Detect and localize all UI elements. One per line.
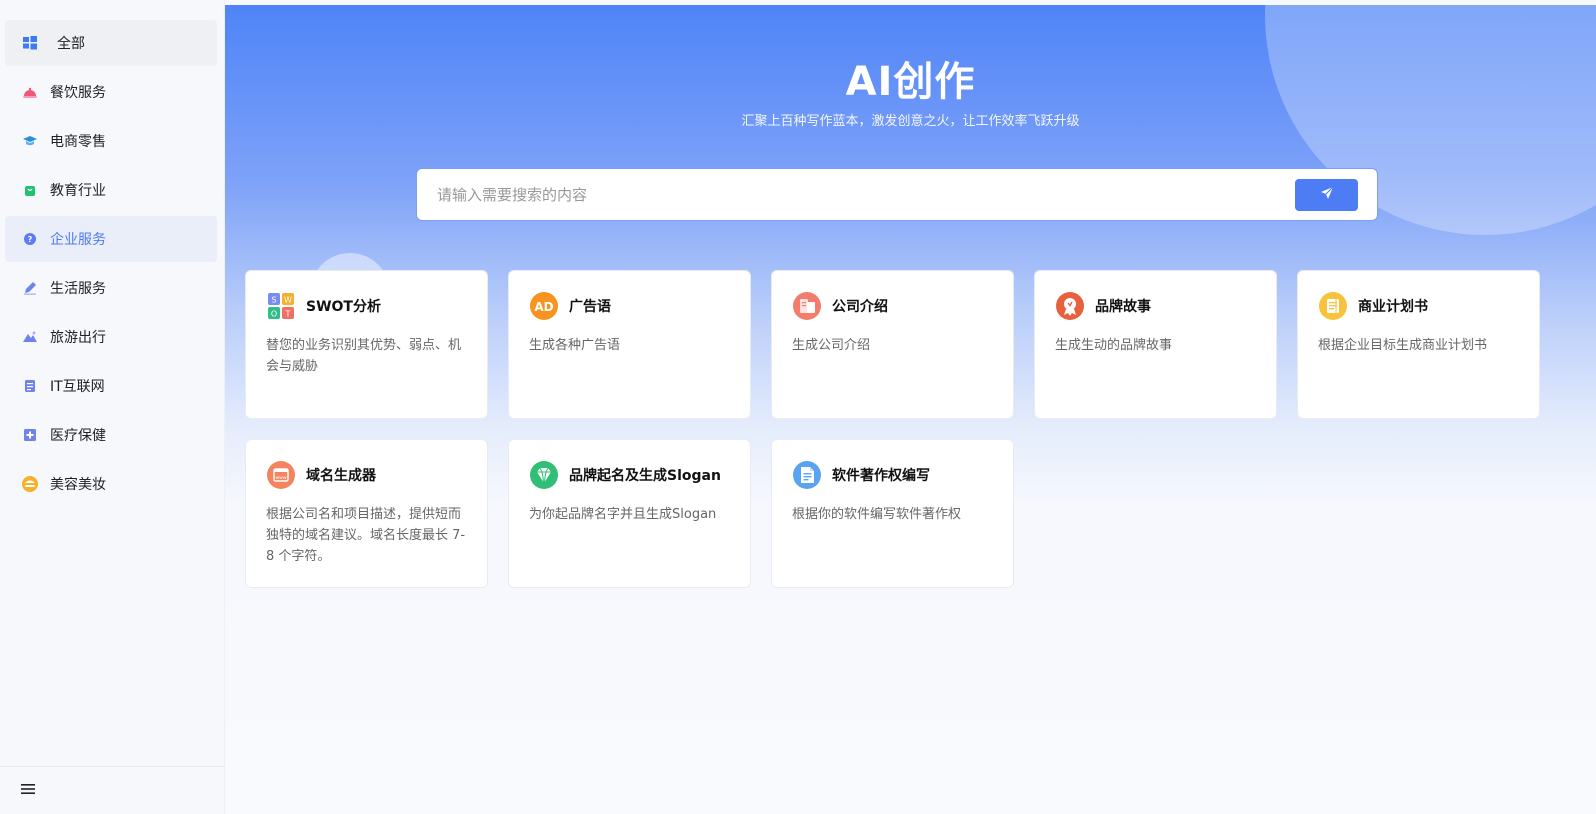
card-brand-story[interactable]: 品牌故事 生成生动的品牌故事 <box>1034 270 1277 419</box>
domain-www-icon: www <box>266 460 296 490</box>
mountain-icon <box>21 328 39 346</box>
card-title: 域名生成器 <box>306 468 376 484</box>
graduation-cap-icon <box>21 132 39 150</box>
svg-text:www: www <box>275 476 286 481</box>
sidebar-item-label: 全部 <box>57 36 85 52</box>
sidebar-item-catering[interactable]: 餐饮服务 <box>5 69 217 115</box>
card-title: 品牌起名及生成Slogan <box>569 468 721 484</box>
card-software-copyright[interactable]: 软件著作权编写 根据你的软件编写软件著作权 <box>771 439 1014 588</box>
page-subtitle: 汇聚上百种写作蓝本，激发创意之火，让工作效率飞跃升级 <box>741 114 1080 129</box>
sidebar-item-medical[interactable]: 医疗保健 <box>5 412 217 458</box>
company-building-icon <box>792 291 822 321</box>
shopping-bag-icon <box>21 181 39 199</box>
cloche-icon <box>21 83 39 101</box>
card-description: 根据公司名和项目描述，提供短而独特的域名建议。域名长度最长 7-8 个字符。 <box>266 507 466 564</box>
card-title: 公司介绍 <box>832 299 888 315</box>
document-list-icon <box>21 377 39 395</box>
template-card-grid: S W O T SWOT分析 替您的业务识别其优势、弱点、机会与威胁 AD 广告… <box>245 270 1541 588</box>
send-icon <box>1319 185 1335 205</box>
sidebar-nav: 全部 餐饮服务 电商零售 教育行业 ? 企业服务 生活服务 旅游出行 IT互联网… <box>5 20 217 510</box>
pen-icon <box>21 279 39 297</box>
sidebar-item-label: 美容美妆 <box>50 477 106 493</box>
sidebar-item-ecommerce[interactable]: 电商零售 <box>5 118 217 164</box>
card-ad-slogan[interactable]: AD 广告语 生成各种广告语 <box>508 270 751 419</box>
sidebar-item-label: 企业服务 <box>50 232 106 248</box>
sidebar-item-travel[interactable]: 旅游出行 <box>5 314 217 360</box>
svg-text:W: W <box>284 296 292 305</box>
card-description: 生成各种广告语 <box>529 338 621 353</box>
sidebar-item-label: 教育行业 <box>50 183 106 199</box>
card-title: 商业计划书 <box>1358 299 1428 315</box>
sidebar: 全部 餐饮服务 电商零售 教育行业 ? 企业服务 生活服务 旅游出行 IT互联网… <box>0 0 225 814</box>
card-brand-naming[interactable]: 品牌起名及生成Slogan 为你起品牌名字并且生成Slogan <box>508 439 751 588</box>
sidebar-item-enterprise[interactable]: ? 企业服务 <box>5 216 217 262</box>
award-medal-icon <box>1055 291 1085 321</box>
sidebar-item-label: 旅游出行 <box>50 330 106 346</box>
card-description: 生成生动的品牌故事 <box>1055 338 1173 353</box>
main-content: AI创作 汇聚上百种写作蓝本，激发创意之火，让工作效率飞跃升级 S W O T <box>225 5 1596 814</box>
hospital-icon <box>21 426 39 444</box>
sidebar-item-label: 电商零售 <box>50 134 106 150</box>
card-domain-generator[interactable]: www 域名生成器 根据公司名和项目描述，提供短而独特的域名建议。域名长度最长 … <box>245 439 488 588</box>
sidebar-footer <box>0 766 225 814</box>
svg-text:S: S <box>271 296 276 305</box>
card-company-intro[interactable]: 公司介绍 生成公司介绍 <box>771 270 1014 419</box>
card-description: 根据企业目标生成商业计划书 <box>1318 338 1488 353</box>
card-title: 软件著作权编写 <box>832 468 930 484</box>
search-bar <box>416 168 1378 221</box>
business-plan-icon <box>1318 291 1348 321</box>
sidebar-item-label: 生活服务 <box>50 281 106 297</box>
card-title: 广告语 <box>569 299 611 315</box>
help-circle-icon: ? <box>21 230 39 248</box>
search-input[interactable] <box>417 169 1295 220</box>
beauty-icon <box>21 475 39 493</box>
hamburger-menu-icon[interactable] <box>20 781 36 800</box>
card-description: 生成公司介绍 <box>792 338 871 353</box>
card-swot[interactable]: S W O T SWOT分析 替您的业务识别其优势、弱点、机会与威胁 <box>245 270 488 419</box>
document-icon <box>792 460 822 490</box>
svg-text:O: O <box>271 310 277 319</box>
search-button[interactable] <box>1295 178 1358 211</box>
sidebar-item-life[interactable]: 生活服务 <box>5 265 217 311</box>
windows-grid-icon <box>21 34 39 52</box>
page-title: AI创作 <box>845 59 976 105</box>
card-title: 品牌故事 <box>1095 299 1151 315</box>
svg-text:T: T <box>285 310 291 319</box>
card-title: SWOT分析 <box>306 299 381 315</box>
diamond-icon <box>529 460 559 490</box>
card-description: 为你起品牌名字并且生成Slogan <box>529 507 717 522</box>
svg-text:AD: AD <box>534 300 553 314</box>
sidebar-item-beauty[interactable]: 美容美妆 <box>5 461 217 507</box>
sidebar-item-all[interactable]: 全部 <box>5 20 217 66</box>
sidebar-item-education[interactable]: 教育行业 <box>5 167 217 213</box>
ad-badge-icon: AD <box>529 291 559 321</box>
sidebar-item-label: IT互联网 <box>50 379 105 395</box>
card-description: 根据你的软件编写软件著作权 <box>792 507 962 522</box>
sidebar-item-it[interactable]: IT互联网 <box>5 363 217 409</box>
svg-text:?: ? <box>28 235 33 244</box>
swot-grid-icon: S W O T <box>266 291 296 321</box>
sidebar-item-label: 医疗保健 <box>50 428 106 444</box>
card-description: 替您的业务识别其优势、弱点、机会与威胁 <box>266 338 462 374</box>
sidebar-item-label: 餐饮服务 <box>50 85 106 101</box>
card-business-plan[interactable]: 商业计划书 根据企业目标生成商业计划书 <box>1297 270 1540 419</box>
